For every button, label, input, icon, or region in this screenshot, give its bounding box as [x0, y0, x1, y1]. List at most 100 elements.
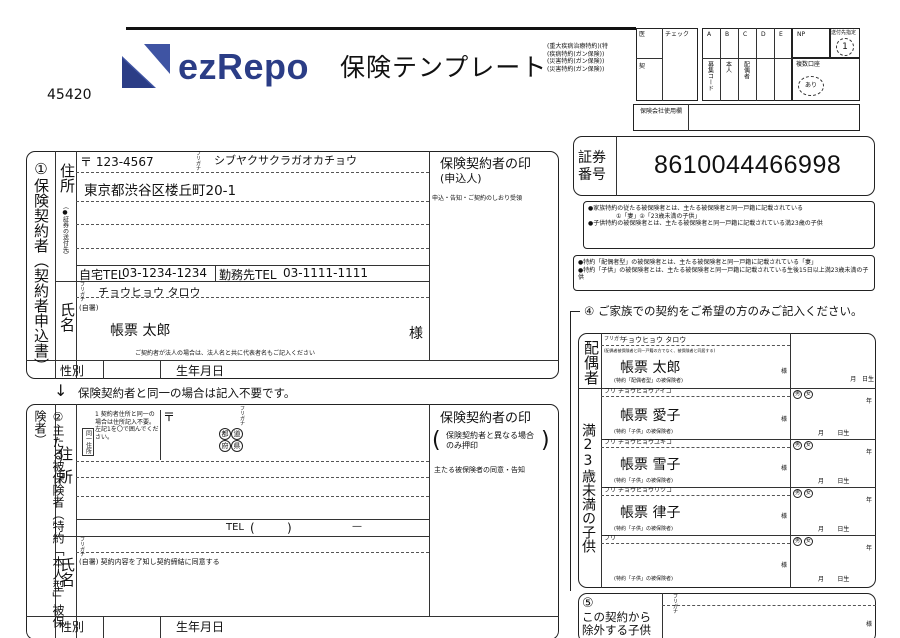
header-grid-left — [636, 28, 698, 101]
section1-work-tel[interactable]: 03-1111-1111 — [283, 266, 368, 280]
section5-furigana-label: フリガナ — [673, 594, 679, 615]
child3-sama: 様 — [781, 513, 788, 520]
child4-sex[interactable]: 男 女 — [793, 537, 813, 546]
logo-text: ezRepo — [178, 46, 310, 87]
section4-title: ④ ご家族での契約をご希望の方のみご記入ください。 — [584, 304, 863, 318]
child3-year: 年 — [866, 497, 873, 504]
grid-label-sofu: 送付先指定 — [831, 30, 857, 36]
section1-address[interactable]: 東京都渋谷区楼丘町20-1 — [84, 179, 236, 199]
grid-label-bosyu: 募集コード — [706, 61, 714, 91]
section1-name-kana-label: フリガナ — [80, 282, 86, 303]
section1-home-tel[interactable]: 03-1234-1234 — [122, 266, 207, 280]
notes-top: ●家族特約の従たる被保険者とは、主たる被保険者と同一戸籍に記載されている ①「妻… — [588, 205, 823, 227]
section4-spouse-label: 配偶者 — [582, 340, 600, 385]
section1-sex-label: 性別 — [60, 364, 85, 378]
section2-seal-paren-left: ( — [432, 428, 441, 453]
section2-tel-dash: — — [352, 521, 362, 532]
grid-col-b: B — [725, 31, 730, 38]
section2-same-side: 同一住所 — [82, 428, 94, 456]
child4-year: 年 — [866, 545, 873, 552]
notes-mid: ●特約「配偶者型」の被保険者とは、主たる被保険者と同一戸籍に記載されている「妻」… — [578, 259, 869, 281]
section1-postal[interactable]: 〒 123-4567 — [80, 153, 154, 170]
section2-address-label: 住所 — [56, 446, 74, 492]
section1-name-kana[interactable]: チョウヒョウ タロウ — [98, 284, 201, 300]
section1-sama: 様 — [409, 326, 423, 342]
section5-label: この契約から除外する子供 — [582, 610, 651, 637]
section2-tel-close: ) — [287, 521, 292, 535]
child1-type: (特約「子供」の被保険者) — [614, 429, 673, 435]
section4-spouse-name[interactable]: 帳票 太郎 — [620, 357, 680, 377]
section5-num: ⑤ — [582, 596, 594, 611]
section1-home-tel-label: 自宅TEL — [79, 268, 125, 282]
ezrepo-logo — [122, 44, 170, 88]
fukusu-ari-circle: あり — [798, 76, 824, 96]
child2-kana[interactable]: フリ チョウヒョウユキコ — [604, 439, 672, 447]
section1-name[interactable]: 帳票 太郎 — [110, 320, 170, 340]
section2-seal-note: 主たる被保険者の同意・告知 — [434, 466, 525, 474]
child4-date: 月 日生 — [818, 576, 850, 583]
section2-same-note: 1 契約者住所と同一の場合は住所記入不要。左記1を〇で囲んでください。 — [95, 411, 159, 441]
form-code: 45420 — [47, 87, 92, 103]
section1-seal-sub: (申込人) — [440, 172, 482, 185]
arrow-note: 保険契約者と同一の場合は記入不要です。 — [78, 386, 296, 400]
grid-label-fukusu: 複数口座 — [796, 61, 821, 68]
section2-name-kana-label: フリガナ — [80, 537, 86, 558]
spouse-date[interactable]: 月 日生 — [794, 376, 874, 384]
insurer-use-label: 保険会社使用欄 — [640, 108, 683, 115]
section1-jisho: (自署) — [79, 304, 99, 312]
child4-sama: 様 — [781, 562, 788, 569]
child1-year: 年 — [866, 398, 873, 405]
section1-address-kana[interactable]: シブヤクサクラガオカチョウ — [214, 152, 357, 168]
section1-seal-note: 申込・告知・ご契約のしおり受領 — [432, 195, 523, 202]
policy-number-label: 証券番号 — [578, 150, 606, 183]
grid-col-np: NP — [797, 31, 806, 38]
child3-sex[interactable]: 男 女 — [793, 489, 813, 498]
section1-corp-note: ご契約者が法人の場合は、法人名と共に代表者名もご記入ください — [135, 350, 316, 357]
section1-title: ①保険契約者（契約者申込書） — [32, 160, 50, 373]
child2-name[interactable]: 帳票 雪子 — [620, 454, 680, 474]
child3-type: (特約「子供」の被保険者) — [614, 526, 673, 532]
section1-name-label: 氏名 — [58, 302, 76, 332]
child2-type: (特約「子供」の被保険者) — [614, 478, 673, 484]
section4-spouse-type: (特約「配偶者型」の被保険者) — [614, 378, 683, 384]
child2-date: 月 日生 — [818, 478, 850, 485]
section2-pref: 都道 府県 — [219, 428, 249, 452]
child3-name[interactable]: 帳票 律子 — [620, 502, 680, 522]
child4-type: (特約「子供」の被保険者) — [614, 576, 673, 582]
grid-col-e: E — [779, 31, 783, 38]
child1-name[interactable]: 帳票 愛子 — [620, 405, 680, 425]
section2-seal-sub: 保険契約者と異なる場合のみ押印 — [446, 431, 534, 450]
section1-address-label: 住所 — [58, 163, 76, 193]
child2-year: 年 — [866, 449, 873, 456]
child3-kana[interactable]: フリ チョウヒョウリツコ — [604, 487, 672, 495]
section2-seal-title: 保険契約者の印 — [440, 411, 532, 426]
section2-consent: (自署) 契約内容を了知し契約締結に同意する — [79, 558, 220, 566]
section1-furigana-label: フリガナ — [196, 151, 202, 172]
child2-sex[interactable]: 男 女 — [793, 441, 813, 450]
grid-label-check: チェック — [665, 31, 690, 38]
child4-kana[interactable]: フリ — [604, 535, 616, 543]
section2-sex-label: 性別 — [60, 620, 85, 634]
down-arrow-icon: ↓ — [54, 381, 68, 400]
section4-spouse-kana[interactable]: チョウヒョウ タロウ — [621, 336, 686, 345]
section1-dob-label: 生年月日 — [176, 364, 225, 378]
child1-kana[interactable]: フリ チョウヒョウアイコ — [604, 388, 672, 396]
child2-sama: 様 — [781, 465, 788, 472]
grid-col-a: A — [707, 31, 712, 38]
section1-address-sub: （●証券の送付先） — [61, 203, 69, 258]
section2-seal-paren-right: ) — [541, 428, 550, 453]
grid-col-c: C — [743, 31, 748, 38]
child1-sama: 様 — [781, 416, 788, 423]
child1-sex[interactable]: 男 女 — [793, 390, 813, 399]
grid-label-kai: 契 — [639, 63, 646, 70]
section2-postal-mark: 〒 — [163, 410, 176, 424]
section5-sama: 様 — [866, 621, 873, 628]
policy-number[interactable]: 8610044466998 — [654, 151, 841, 180]
top-rule — [126, 27, 636, 30]
section2-name-label: 氏名 — [58, 557, 76, 587]
section2-tel-open: ( — [250, 521, 255, 535]
section1-work-tel-label: 勤務先TEL — [219, 268, 277, 282]
sofu-circle: 1 — [836, 38, 854, 56]
section2-tel-label: TEL — [226, 522, 244, 533]
section2-title: ②主たる被保険者（特約「本人型」被保険者） — [33, 410, 65, 628]
